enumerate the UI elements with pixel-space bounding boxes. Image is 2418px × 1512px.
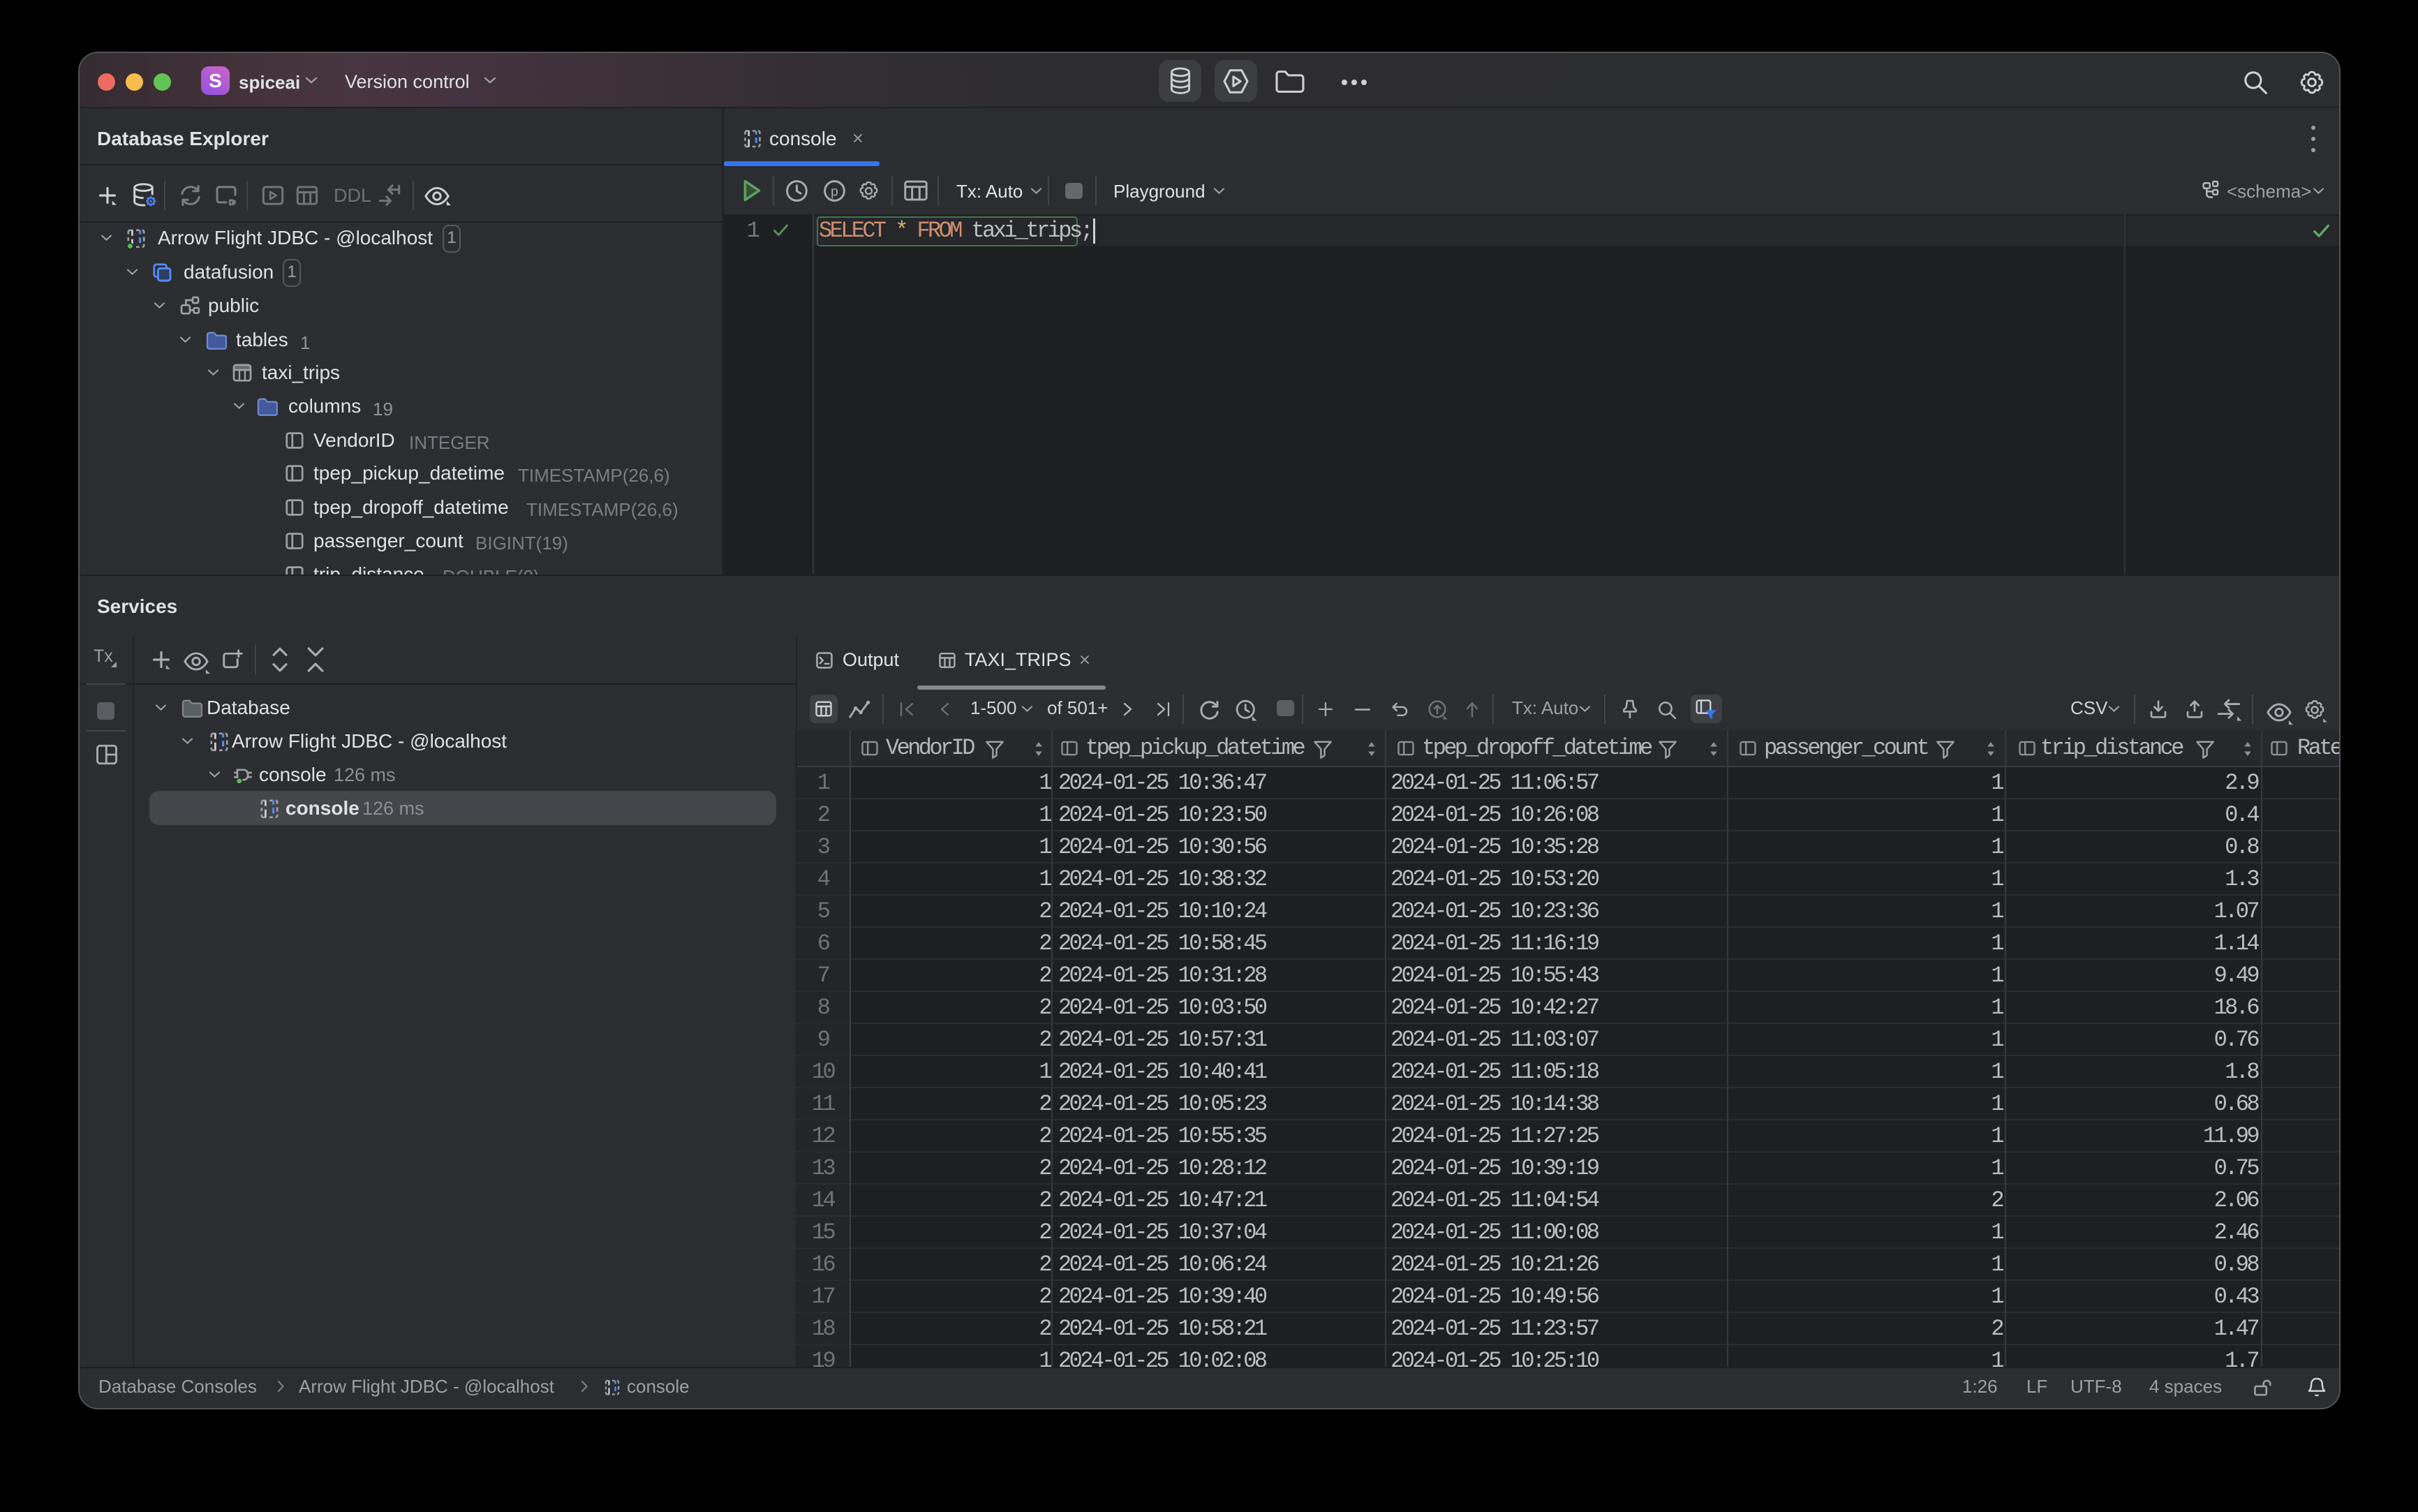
svg-text:p: p [831,184,838,199]
